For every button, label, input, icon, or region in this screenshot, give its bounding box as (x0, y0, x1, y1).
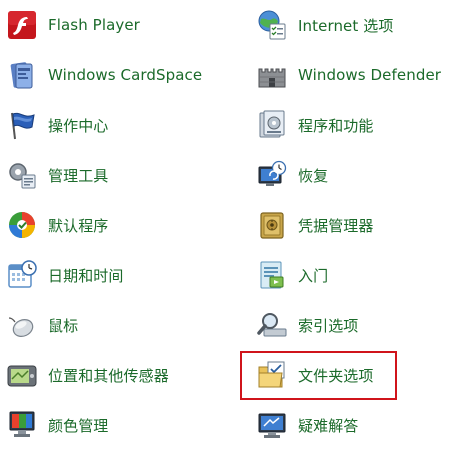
item-location-sensors[interactable]: 位置和其他传感器 (6, 355, 169, 395)
item-admin-tools[interactable]: 管理工具 (6, 155, 108, 195)
folder-options-icon (256, 359, 288, 391)
item-label: 位置和其他传感器 (48, 366, 169, 385)
defender-castle-icon (256, 59, 288, 91)
internet-options-icon (256, 9, 288, 41)
mouse-icon (6, 309, 38, 341)
item-label: 鼠标 (48, 316, 79, 335)
item-label: Internet 选项 (298, 16, 394, 35)
item-programs-features[interactable]: 程序和功能 (256, 105, 374, 145)
item-action-center[interactable]: 操作中心 (6, 105, 108, 145)
item-label: 默认程序 (48, 216, 109, 235)
item-indexing-options[interactable]: 索引选项 (256, 305, 358, 345)
item-windows-cardspace[interactable]: Windows CardSpace (6, 55, 202, 95)
color-management-icon (6, 409, 38, 441)
getting-started-icon (256, 259, 288, 291)
item-folder-options[interactable]: 文件夹选项 (256, 355, 374, 395)
item-label: 疑难解答 (298, 416, 359, 435)
item-windows-defender[interactable]: Windows Defender (256, 55, 441, 95)
item-troubleshooting[interactable]: 疑难解答 (256, 405, 358, 445)
credential-vault-icon (256, 209, 288, 241)
item-credential-manager[interactable]: 凭据管理器 (256, 205, 374, 245)
item-flash-player[interactable]: Flash Player (6, 5, 140, 45)
recovery-icon (256, 159, 288, 191)
indexing-search-icon (256, 309, 288, 341)
item-label: 文件夹选项 (298, 366, 374, 385)
troubleshooting-icon (256, 409, 288, 441)
default-programs-icon (6, 209, 38, 241)
item-label: 索引选项 (298, 316, 359, 335)
location-sensor-icon (6, 359, 38, 391)
admin-tools-icon (6, 159, 38, 191)
item-date-time[interactable]: 日期和时间 (6, 255, 124, 295)
programs-features-icon (256, 109, 288, 141)
item-default-programs[interactable]: 默认程序 (6, 205, 108, 245)
item-mouse[interactable]: 鼠标 (6, 305, 78, 345)
item-getting-started[interactable]: 入门 (256, 255, 328, 295)
item-label: 颜色管理 (48, 416, 109, 435)
item-label: 程序和功能 (298, 116, 374, 135)
item-label: 日期和时间 (48, 266, 124, 285)
item-recovery[interactable]: 恢复 (256, 155, 328, 195)
flash-player-icon (6, 9, 38, 41)
cardspace-icon (6, 59, 38, 91)
item-label: Flash Player (48, 16, 140, 34)
item-label: 恢复 (298, 166, 329, 185)
calendar-clock-icon (6, 259, 38, 291)
item-label: 凭据管理器 (298, 216, 374, 235)
item-internet-options[interactable]: Internet 选项 (256, 5, 393, 45)
item-label: Windows Defender (298, 66, 442, 84)
item-label: 操作中心 (48, 116, 109, 135)
item-color-management[interactable]: 颜色管理 (6, 405, 108, 445)
item-label: Windows CardSpace (48, 66, 203, 84)
action-center-flag-icon (6, 109, 38, 141)
item-label: 管理工具 (48, 166, 109, 185)
item-label: 入门 (298, 266, 329, 285)
